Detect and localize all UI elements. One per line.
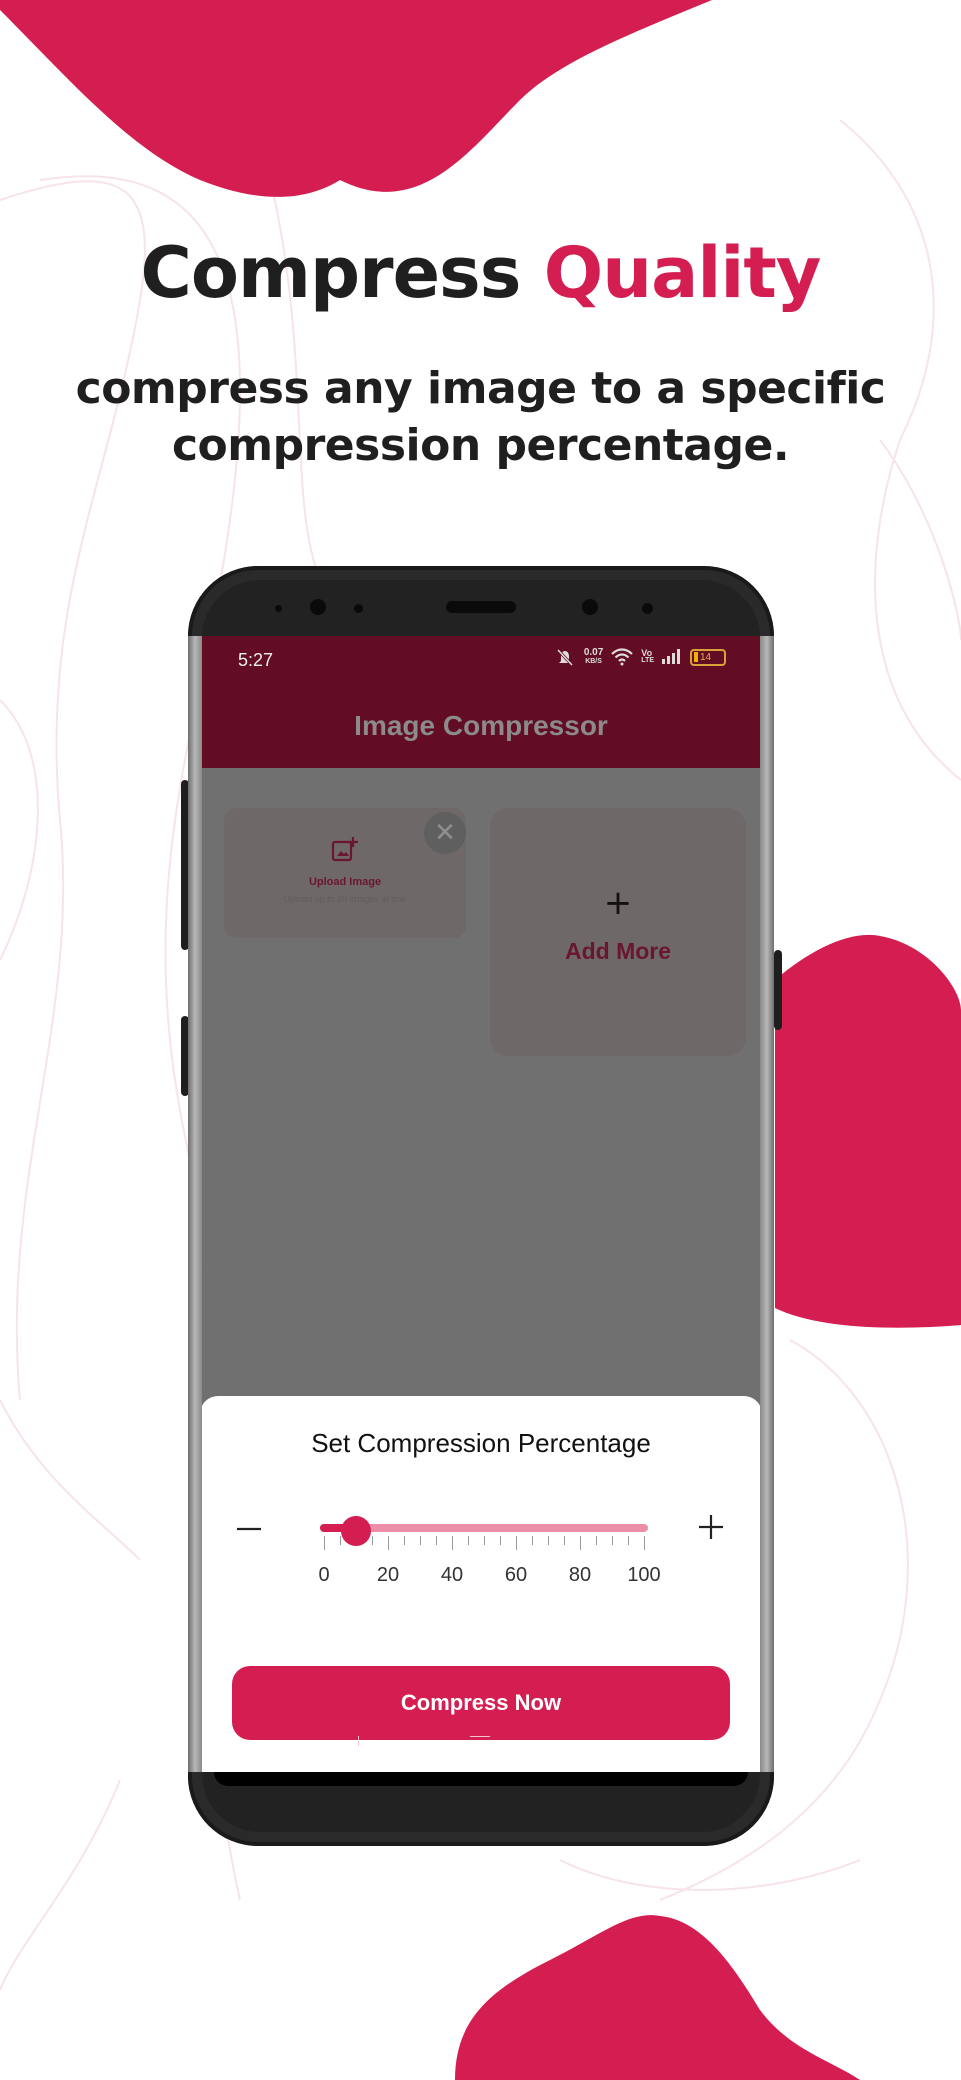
plus-icon: +: [603, 883, 633, 923]
slider-tick: [612, 1536, 613, 1545]
promo-subheadline: compress any image to a specific compres…: [75, 363, 886, 471]
slider-tick-label: 40: [440, 1564, 464, 1586]
add-more-label: Add More: [564, 938, 672, 964]
app-title: Image Compressor: [354, 710, 608, 741]
add-more-card[interactable]: + Add More: [490, 808, 746, 1056]
slider-tick: [596, 1536, 597, 1545]
volte-icon: Vo LTE: [641, 648, 654, 665]
slider-tick: [484, 1536, 485, 1545]
compression-slider[interactable]: 0 20 40 60 80 100: [318, 1514, 661, 1586]
slider-tick: [340, 1536, 341, 1545]
slider-tick: [500, 1536, 501, 1545]
phone-screen-edge-left: [188, 636, 202, 1772]
slider-tick: [564, 1536, 565, 1545]
net-speed: 0.07 KB/S: [583, 647, 604, 666]
compress-now-button[interactable]: Compress Now: [232, 1666, 730, 1740]
slider-tick: [404, 1536, 405, 1545]
battery-icon: 14: [690, 648, 726, 666]
nav-hint-home: [470, 1736, 490, 1747]
phone-bottom-black: [214, 1772, 748, 1786]
app-bar: Image Compressor: [200, 684, 762, 768]
battery-level: 14: [700, 651, 712, 663]
slider-tick-label: 20: [376, 1564, 400, 1586]
phone-sensor-dot: [275, 605, 282, 612]
slider-tick: [628, 1536, 629, 1545]
close-icon: ✕: [434, 818, 456, 848]
phone-power-button: [774, 950, 782, 1030]
phone-screen-edge-right: [760, 636, 774, 1772]
slider-tick: [516, 1536, 517, 1550]
phone-sensor-dot: [354, 604, 363, 613]
signal-icon: [662, 649, 680, 664]
status-icons: 0.07 KB/S Vo LTE 14: [554, 648, 726, 666]
status-bar: 5:27 0.07 KB/S Vo LTE 14: [200, 636, 762, 684]
slider-tick-label: 0: [318, 1564, 330, 1586]
phone-speaker: [446, 601, 516, 613]
headline-part1: Compress: [140, 232, 522, 314]
wifi-icon: [611, 648, 634, 666]
slider-tick-label: 80: [568, 1564, 592, 1586]
mute-icon: [556, 648, 573, 666]
increment-button[interactable]: [696, 1512, 726, 1542]
slider-tick: [452, 1536, 453, 1550]
slider-tick: [420, 1536, 421, 1545]
phone-screen: 5:27 0.07 KB/S Vo LTE 14 Image Compresso…: [200, 636, 762, 1772]
slider-tick: [644, 1536, 645, 1550]
slider-tick-label: 100: [627, 1564, 661, 1586]
status-time: 5:27: [238, 650, 274, 670]
compression-bottom-sheet: Set Compression Percentage 0 20 40 60 80 100 …: [200, 1396, 762, 1772]
plus-icon: [699, 1515, 723, 1539]
upload-image-label: Upload Image: [308, 876, 382, 888]
decrement-button[interactable]: [234, 1514, 264, 1544]
blob-right: [775, 934, 961, 1328]
phone-front-camera: [310, 599, 326, 615]
upload-image-sublabel: Upload up to 20 images at one: [283, 894, 407, 904]
nav-hint-recent: [358, 1736, 359, 1746]
slider-tick-label: 60: [504, 1564, 528, 1586]
blob-top: [0, 0, 712, 197]
slider-tick: [436, 1536, 437, 1545]
blob-bottom: [455, 1915, 860, 2080]
slider-tick: [324, 1536, 325, 1550]
slider-tick: [548, 1536, 549, 1545]
slider-tick: [580, 1536, 581, 1550]
phone-camera-2: [582, 599, 598, 615]
slider-tick: [388, 1536, 389, 1550]
phone-sensor-dot: [642, 603, 653, 614]
add-photo-icon: [331, 837, 358, 862]
remove-image-button[interactable]: ✕: [424, 812, 466, 854]
sheet-title: Set Compression Percentage: [311, 1428, 651, 1458]
slider-tick: [468, 1536, 469, 1545]
slider-thumb[interactable]: [341, 1516, 371, 1546]
slider-tick: [532, 1536, 533, 1545]
promo-headline: Compress Quality: [0, 232, 961, 314]
headline-part2-accent: Quality: [543, 232, 822, 314]
slider-tick: [372, 1536, 373, 1545]
